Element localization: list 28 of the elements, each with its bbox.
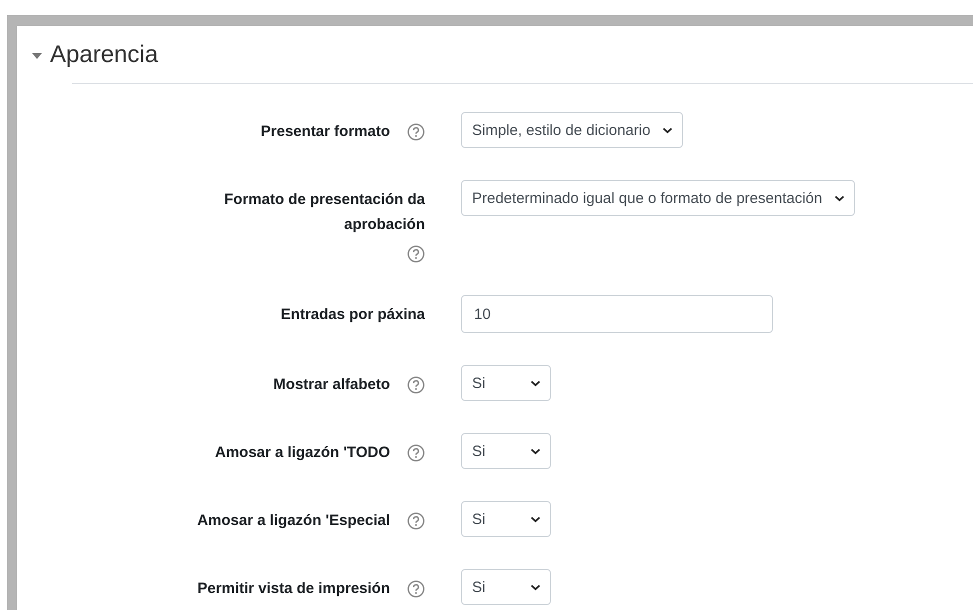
chevron-icon xyxy=(662,126,674,134)
dropdown[interactable]: Si xyxy=(461,501,551,537)
help-icon[interactable] xyxy=(407,444,425,462)
field-label: Mostrar alfabeto xyxy=(273,375,390,395)
help-icon[interactable] xyxy=(407,580,425,598)
field-label: Amosar a ligazón 'Especial xyxy=(197,511,390,531)
dropdown[interactable]: Simple, estilo de dicionario xyxy=(461,112,684,148)
field-label: Amosar a ligazón 'TODO xyxy=(215,443,390,463)
input-field[interactable]: 10 xyxy=(461,295,773,333)
help-icon[interactable] xyxy=(407,376,425,394)
collapse-icon[interactable] xyxy=(32,52,42,58)
field-label: Formato de presentación da aprobación xyxy=(223,190,425,235)
chevron-icon xyxy=(530,516,541,522)
dropdown[interactable]: Predeterminado igual que o formato de presentación xyxy=(461,180,856,216)
chevron-icon xyxy=(530,448,541,454)
field-label: Entradas por páxina xyxy=(280,305,425,325)
field-label: Permitir vista de impresión xyxy=(197,579,390,599)
dropdown[interactable]: Si xyxy=(461,569,551,605)
chevron-icon xyxy=(530,584,541,590)
field-label: Presentar formato xyxy=(260,122,390,142)
section-title: Aparencia xyxy=(50,40,158,68)
chevron-icon xyxy=(530,380,541,386)
help-icon[interactable] xyxy=(407,512,425,530)
help-icon[interactable] xyxy=(407,245,425,263)
dropdown[interactable]: Si xyxy=(461,433,551,469)
dropdown[interactable]: Si xyxy=(461,365,551,401)
help-icon[interactable] xyxy=(407,122,425,140)
chevron-icon xyxy=(834,194,846,202)
